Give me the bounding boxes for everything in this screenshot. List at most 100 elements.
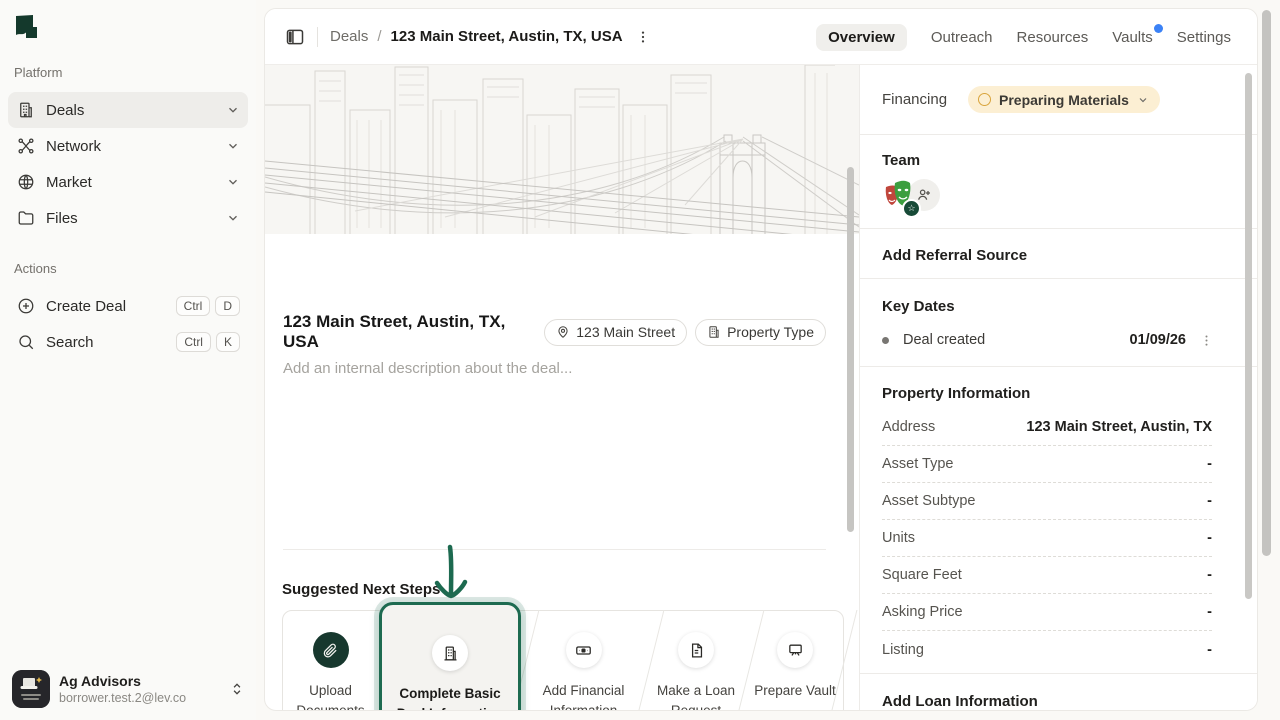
star-badge-icon: ☆: [902, 199, 921, 218]
chevrons-up-down-icon: [230, 682, 244, 696]
presentation-screen-icon: [777, 632, 813, 668]
step-complete-basic-deal-information[interactable]: Complete Basic Deal Information: [379, 602, 521, 711]
sidebar-item-files[interactable]: Files: [8, 200, 248, 236]
kbd-ctrl: Ctrl: [176, 296, 211, 316]
panel-left-icon[interactable]: [285, 27, 305, 47]
actions-section-label: Actions: [14, 261, 57, 276]
create-deal-label: Create Deal: [46, 298, 171, 315]
financing-label: Financing: [882, 91, 968, 108]
property-information-rows: Address 123 Main Street, Austin, TX Asse…: [882, 409, 1212, 668]
sidebar: Platform Deals Network Market: [0, 0, 256, 720]
sidebar-item-deals[interactable]: Deals: [8, 92, 248, 128]
notification-dot: [1154, 24, 1163, 33]
folder-icon: [16, 208, 36, 228]
breadcrumb-current: 123 Main Street, Austin, TX, USA: [391, 28, 623, 45]
magician-hat-avatar: [12, 670, 50, 708]
team-heading: Team: [882, 152, 920, 169]
banknote-icon: [566, 632, 602, 668]
status-ring-icon: [978, 93, 991, 106]
step-add-financial-information[interactable]: Add Financial Information: [521, 610, 646, 711]
main-scrollbar[interactable]: [847, 167, 854, 532]
chevron-down-icon: [226, 103, 240, 117]
sidebar-item-label: Files: [46, 210, 226, 227]
next-steps-title: Suggested Next Steps: [282, 581, 440, 598]
deal-cover-image[interactable]: [265, 65, 859, 234]
sidebar-item-label: Network: [46, 138, 226, 155]
breadcrumb-deals[interactable]: Deals: [330, 28, 368, 45]
sidebar-item-label: Market: [46, 174, 226, 191]
user-menu[interactable]: Ag Advisors borrower.test.2@lev.co: [12, 669, 244, 709]
property-row-asset-type[interactable]: Asset Type -: [882, 446, 1212, 483]
globe-icon: [16, 172, 36, 192]
kbd-k: K: [216, 332, 240, 352]
deal-title: 123 Main Street, Austin, TX, USA: [283, 312, 544, 352]
property-row-square-feet[interactable]: Square Feet -: [882, 557, 1212, 594]
divider: [317, 27, 318, 47]
property-row-asking-price[interactable]: Asking Price -: [882, 594, 1212, 631]
user-email: borrower.test.2@lev.co: [59, 691, 230, 705]
platform-section-label: Platform: [14, 65, 62, 80]
add-referral-source-button[interactable]: Add Referral Source: [882, 247, 1027, 264]
add-loan-information-button[interactable]: Add Loan Information: [882, 693, 1038, 710]
financing-status-dropdown[interactable]: Preparing Materials: [968, 86, 1160, 113]
key-date-row: Deal created 01/09/26: [882, 332, 1214, 348]
property-row-address[interactable]: Address 123 Main Street, Austin, TX: [882, 409, 1212, 446]
paperclip-icon: [313, 632, 349, 668]
network-nodes-icon: [16, 136, 36, 156]
property-row-units[interactable]: Units -: [882, 520, 1212, 557]
kebab-menu-icon[interactable]: [635, 29, 651, 45]
property-type-badge[interactable]: Property Type: [695, 319, 826, 346]
key-date-label: Deal created: [903, 332, 1130, 348]
key-date-value[interactable]: 01/09/26: [1130, 332, 1186, 348]
chevron-down-icon: [226, 175, 240, 189]
map-pin-icon: [556, 325, 570, 339]
page-scrollbar[interactable]: [1262, 10, 1271, 556]
document-icon: [678, 632, 714, 668]
chevron-down-icon: [226, 139, 240, 153]
step-upload-documents[interactable]: Upload Documents: [282, 610, 379, 711]
tab-vaults[interactable]: Vaults: [1112, 29, 1153, 46]
panel-scrollbar[interactable]: [1245, 73, 1252, 599]
tab-resources[interactable]: Resources: [1017, 29, 1089, 46]
deal-page-card: Deals / 123 Main Street, Austin, TX, USA…: [264, 8, 1258, 711]
create-deal-button[interactable]: Create Deal Ctrl D: [8, 288, 248, 324]
deal-details-panel: Financing Preparing Materials Team: [859, 65, 1258, 711]
step-make-a-loan-request[interactable]: Make a Loan Request: [646, 610, 746, 711]
search-button[interactable]: Search Ctrl K: [8, 324, 248, 360]
step-prepare-vault[interactable]: Prepare Vault: [746, 610, 844, 711]
office-building-icon: [707, 325, 721, 339]
chevron-down-icon: [226, 211, 240, 225]
tab-overview[interactable]: Overview: [816, 24, 907, 51]
kbd-ctrl: Ctrl: [176, 332, 211, 352]
tab-outreach[interactable]: Outreach: [931, 29, 993, 46]
property-row-asset-subtype[interactable]: Asset Subtype -: [882, 483, 1212, 520]
plus-circle-icon: [16, 296, 36, 316]
address-badge[interactable]: 123 Main Street: [544, 319, 687, 346]
chevron-down-icon: [1137, 94, 1149, 106]
sidebar-item-network[interactable]: Network: [8, 128, 248, 164]
deal-description-input[interactable]: Add an internal description about the de…: [283, 360, 572, 377]
breadcrumb-separator: /: [377, 28, 381, 45]
sidebar-item-label: Deals: [46, 102, 226, 119]
property-information-heading: Property Information: [882, 385, 1030, 402]
tab-settings[interactable]: Settings: [1177, 29, 1231, 46]
down-arrow-icon: [428, 543, 474, 605]
divider: [283, 549, 826, 550]
kebab-menu-icon[interactable]: [1199, 333, 1214, 348]
property-row-listing[interactable]: Listing -: [882, 631, 1212, 668]
office-building-icon: [16, 100, 36, 120]
tab-bar: Overview Outreach Resources Vaults Setti…: [816, 22, 1231, 52]
search-icon: [16, 332, 36, 352]
kbd-d: D: [215, 296, 240, 316]
financing-status-value: Preparing Materials: [999, 92, 1129, 108]
actions-nav: Create Deal Ctrl D Search Ctrl K: [8, 288, 248, 360]
key-dates-heading: Key Dates: [882, 298, 955, 315]
platform-nav: Deals Network Market Files: [8, 92, 248, 236]
bullet-dot-icon: [882, 337, 889, 344]
search-label: Search: [46, 334, 171, 351]
lev-flag-logo-icon[interactable]: [14, 14, 44, 42]
user-name: Ag Advisors: [59, 673, 230, 689]
sidebar-item-market[interactable]: Market: [8, 164, 248, 200]
office-building-icon: [432, 635, 468, 671]
page-header: Deals / 123 Main Street, Austin, TX, USA…: [265, 9, 1258, 65]
